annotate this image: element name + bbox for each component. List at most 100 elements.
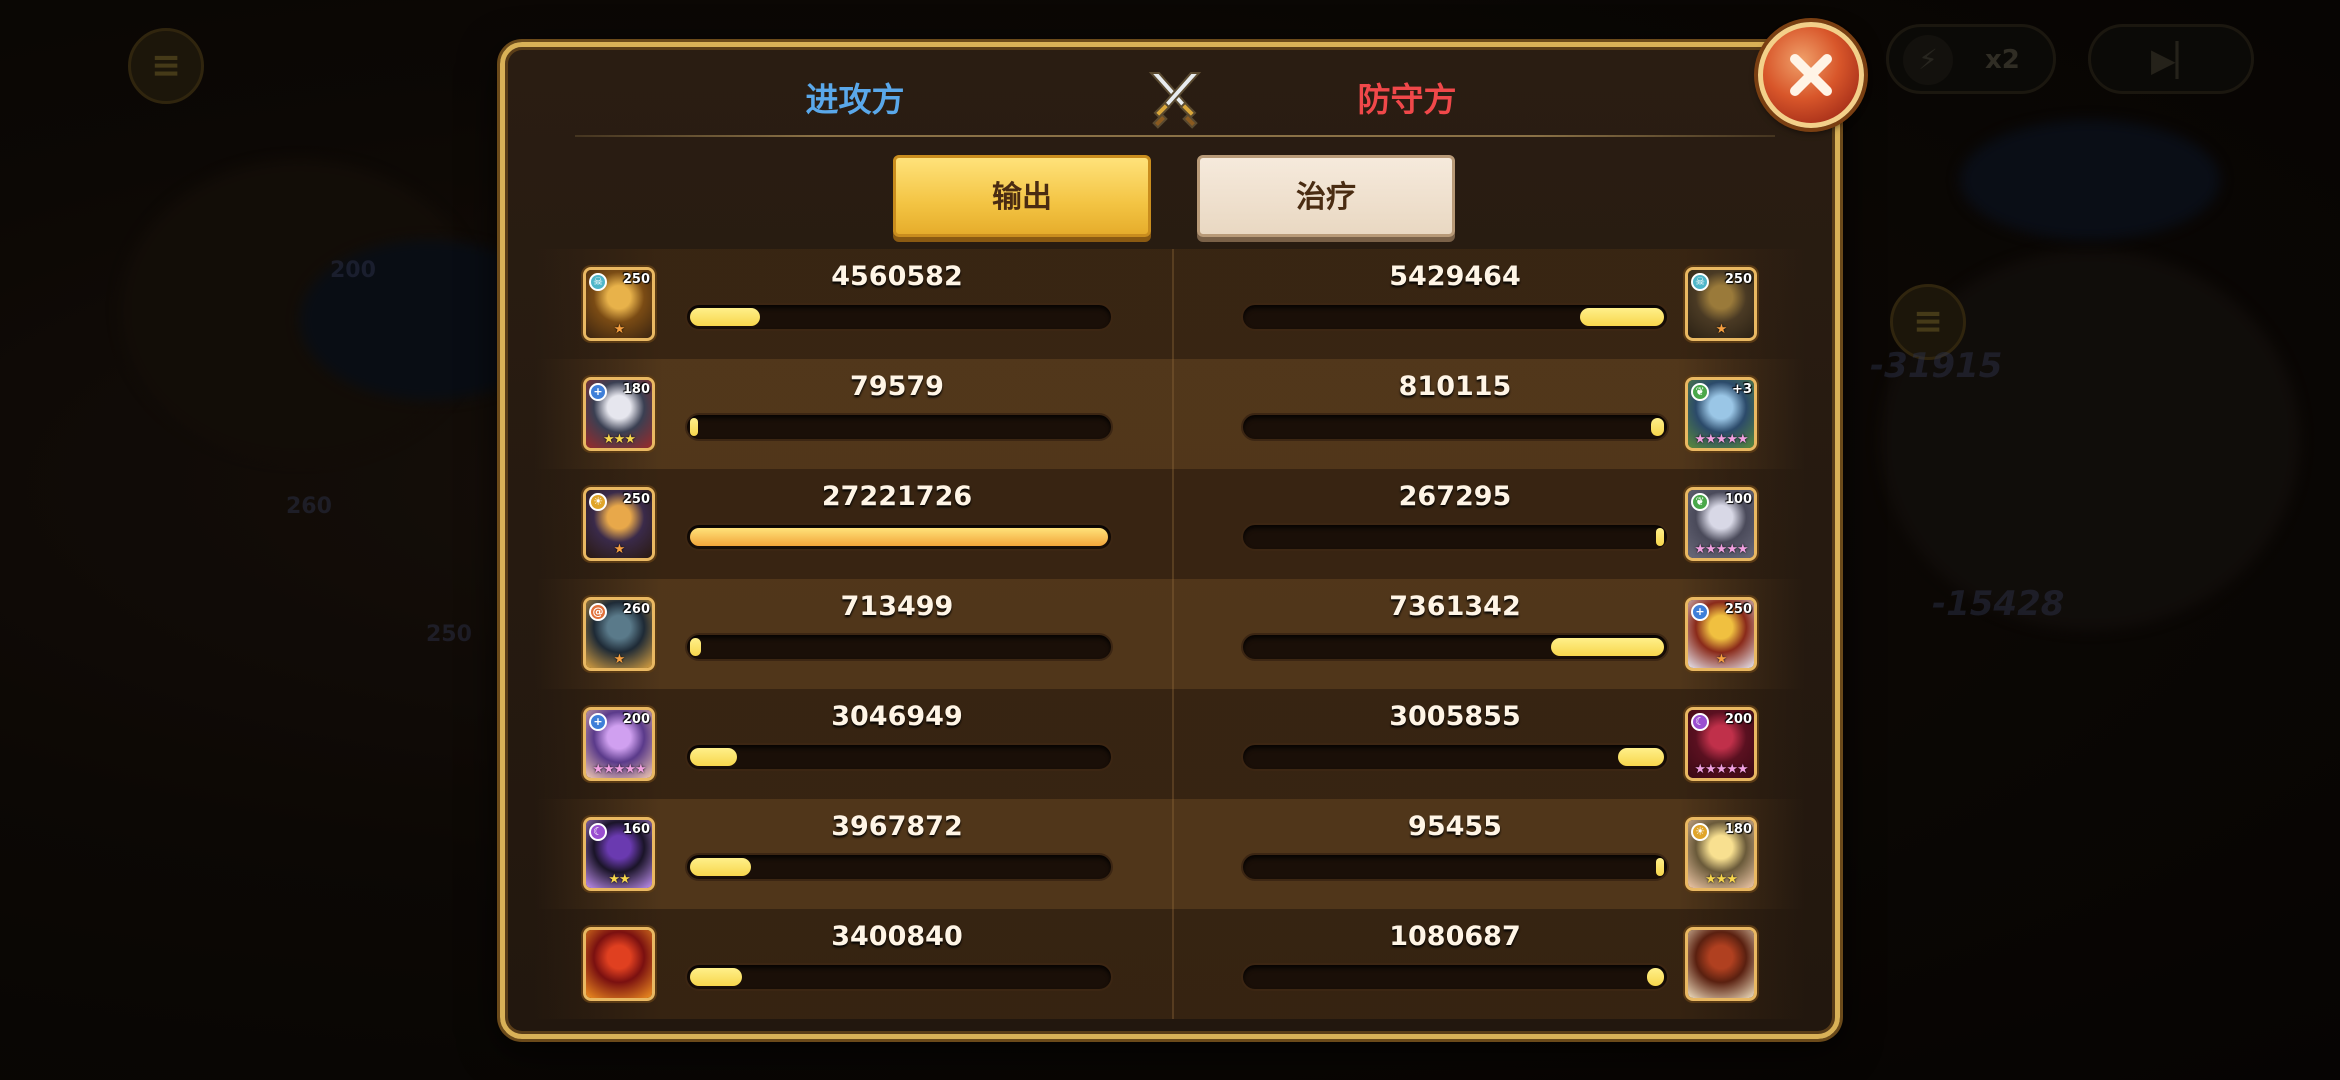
star-rating: ★ xyxy=(1715,652,1728,667)
hero-level: 200 xyxy=(1724,712,1752,727)
defender-damage-bar xyxy=(1241,963,1669,991)
moon-element-icon: ☾ xyxy=(589,823,607,841)
attacker-hero-avatar[interactable]: ☠ 250 ★ xyxy=(583,267,655,341)
damage-bar-fill xyxy=(1656,528,1664,546)
attacker-damage-value: 3400840 xyxy=(831,921,963,952)
attacker-title: 进攻方 xyxy=(805,80,905,119)
damage-bar-fill xyxy=(1651,418,1664,436)
star-rating: ★★★★★ xyxy=(1694,432,1748,447)
attacker-damage-value: 27221726 xyxy=(821,481,973,512)
defender-damage-value: 1080687 xyxy=(1389,921,1521,952)
attacker-damage-bar xyxy=(685,633,1113,661)
defender-title: 防守方 xyxy=(1357,80,1457,119)
damage-bar-fill xyxy=(1580,308,1664,326)
star-rating: ★ xyxy=(613,652,626,667)
hero-level: 200 xyxy=(622,712,650,727)
hero-level: 250 xyxy=(622,272,650,287)
plus-element-icon: + xyxy=(1691,603,1709,621)
crossed-swords-icon xyxy=(1148,72,1202,129)
output-tab-button[interactable]: 输出 xyxy=(893,155,1151,237)
hero-level: 100 xyxy=(1724,492,1752,507)
attacker-damage-bar xyxy=(685,413,1113,441)
attacker-damage-bar xyxy=(685,743,1113,771)
attacker-damage-value: 3967872 xyxy=(831,811,963,842)
defender-hero-avatar[interactable] xyxy=(1685,927,1757,1001)
skull-element-icon: ☠ xyxy=(589,273,607,291)
attacker-hero-avatar[interactable]: +200 ★★★★★ xyxy=(583,707,655,781)
hero-portrait xyxy=(1688,930,1754,998)
stat-row: ☠ 250 ★ 4560582 ☠ 250 ★ 5429464 xyxy=(535,249,1805,359)
defender-hero-avatar[interactable]: ❦ 100 ★★★★★ xyxy=(1685,487,1757,561)
stat-row: @260 ★ 713499 +250 ★ 7361342 xyxy=(535,579,1805,689)
swirl-element-icon: @ xyxy=(589,603,607,621)
damage-bar-fill xyxy=(690,528,1108,546)
attacker-damage-bar xyxy=(685,963,1113,991)
moon-element-icon: ☾ xyxy=(1691,713,1709,731)
heal-tab-button[interactable]: 治疗 xyxy=(1197,155,1455,237)
star-rating: ★★★★★ xyxy=(1694,542,1748,557)
star-rating: ★★ xyxy=(608,872,630,887)
plus-element-icon: + xyxy=(589,383,607,401)
leaf-element-icon: ❦ xyxy=(1691,493,1709,511)
attacker-damage-value: 79579 xyxy=(850,371,944,402)
star-rating: ★ xyxy=(1715,322,1728,337)
attacker-damage-bar xyxy=(685,523,1113,551)
star-rating: ★★★★★ xyxy=(592,762,646,777)
defender-damage-value: 7361342 xyxy=(1389,591,1521,622)
close-button[interactable] xyxy=(1758,22,1864,128)
stat-row: +180 ★★★ 79579 ❦ +3 ★★★★★ 810115 xyxy=(535,359,1805,469)
stat-row: ☀ 250 ★ 27221726 ❦ 100 ★★★★★ 267295 xyxy=(535,469,1805,579)
star-rating: ★★★★★ xyxy=(1694,762,1748,777)
leaf-element-icon: ❦ xyxy=(1691,383,1709,401)
attacker-hero-avatar[interactable]: ☾ 160 ★★ xyxy=(583,817,655,891)
attacker-hero-avatar[interactable] xyxy=(583,927,655,1001)
defender-hero-avatar[interactable]: ☾ 200 ★★★★★ xyxy=(1685,707,1757,781)
attacker-hero-avatar[interactable]: ☀ 250 ★ xyxy=(583,487,655,561)
attacker-damage-value: 4560582 xyxy=(831,261,963,292)
defender-hero-avatar[interactable]: +250 ★ xyxy=(1685,597,1757,671)
defender-hero-avatar[interactable]: ☠ 250 ★ xyxy=(1685,267,1757,341)
defender-damage-value: 810115 xyxy=(1398,371,1512,402)
skull-element-icon: ☠ xyxy=(1691,273,1709,291)
defender-damage-value: 95455 xyxy=(1408,811,1502,842)
defender-hero-avatar[interactable]: ❦ +3 ★★★★★ xyxy=(1685,377,1757,451)
defender-damage-bar xyxy=(1241,853,1669,881)
defender-damage-bar xyxy=(1241,743,1669,771)
header-divider xyxy=(575,135,1775,137)
attacker-hero-avatar[interactable]: @260 ★ xyxy=(583,597,655,671)
attacker-hero-avatar[interactable]: +180 ★★★ xyxy=(583,377,655,451)
hero-level: 250 xyxy=(622,492,650,507)
defender-hero-avatar[interactable]: ☀ 180 ★★★ xyxy=(1685,817,1757,891)
plus-element-icon: + xyxy=(589,713,607,731)
attacker-damage-value: 713499 xyxy=(840,591,954,622)
stat-row: 3400840 1080687 xyxy=(535,909,1805,1019)
defender-damage-bar xyxy=(1241,303,1669,331)
defender-damage-bar xyxy=(1241,523,1669,551)
battle-stats-panel: 进攻方 防守方 输出 治疗 3400840 1080687 ☾ 160 ★★ 396787… xyxy=(500,42,1840,1039)
hero-level: 160 xyxy=(622,822,650,837)
sun-element-icon: ☀ xyxy=(1691,823,1709,841)
attacker-damage-bar xyxy=(685,303,1113,331)
defender-damage-bar xyxy=(1241,633,1669,661)
hero-level: 250 xyxy=(1724,272,1752,287)
damage-bar-fill xyxy=(690,418,698,436)
damage-bar-fill xyxy=(1656,858,1664,876)
damage-bar-fill xyxy=(690,748,737,766)
defender-damage-value: 5429464 xyxy=(1389,261,1521,292)
hero-level: 180 xyxy=(1724,822,1752,837)
defender-damage-value: 3005855 xyxy=(1389,701,1521,732)
stat-row: +200 ★★★★★ 3046949 ☾ 200 ★★★★★ 3005855 xyxy=(535,689,1805,799)
hero-level: 260 xyxy=(622,602,650,617)
star-rating: ★★★ xyxy=(603,432,636,447)
attacker-damage-bar xyxy=(685,853,1113,881)
sun-element-icon: ☀ xyxy=(589,493,607,511)
hero-level: 180 xyxy=(622,382,650,397)
damage-bar-fill xyxy=(1618,748,1664,766)
close-icon xyxy=(1790,54,1832,96)
damage-bar-fill xyxy=(1551,638,1664,656)
star-rating: ★★★ xyxy=(1705,872,1738,887)
defender-damage-value: 267295 xyxy=(1398,481,1512,512)
hero-portrait xyxy=(586,930,652,998)
hero-level: +3 xyxy=(1732,382,1752,397)
stats-rows: 3400840 1080687 ☾ 160 ★★ 3967872 ☀ 180 ★★★ 95455 +… xyxy=(535,249,1805,1019)
